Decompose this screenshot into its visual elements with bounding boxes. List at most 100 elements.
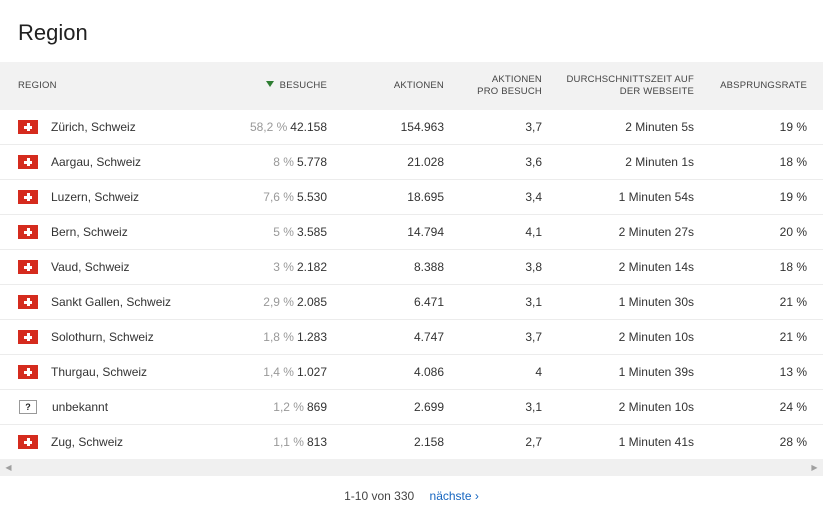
cell-bounce-rate: 19 % (694, 110, 823, 145)
column-header-region[interactable]: Region (0, 62, 230, 110)
column-header-bounce-rate-label: Absprungsrate (720, 80, 807, 91)
cell-visits: 2,9 % 2.085 (230, 284, 327, 320)
table-row[interactable]: Zürich, Schweiz 58,2 % 42.158 154.963 3,7… (0, 110, 823, 145)
cell-actions: 8.388 (327, 249, 444, 285)
cell-region[interactable]: Thurgau, Schweiz (0, 354, 230, 390)
cell-actions-per-visit: 4,1 (444, 214, 542, 250)
visits-value: 869 (306, 400, 327, 414)
cell-region[interactable]: Zürich, Schweiz (0, 110, 230, 145)
cell-bounce-rate: 21 % (694, 284, 823, 320)
region-label: Thurgau, Schweiz (51, 364, 148, 379)
column-header-actions-per-visit[interactable]: Aktionen pro Besuch (444, 62, 542, 110)
cell-avg-time: 2 Minuten 1s (542, 144, 694, 180)
visits-value: 5.778 (296, 155, 327, 169)
cell-actions-per-visit: 4 (444, 354, 542, 390)
cell-actions-per-visit: 2,7 (444, 424, 542, 460)
cell-region[interactable]: Solothurn, Schweiz (0, 319, 230, 355)
visits-value: 813 (306, 435, 327, 449)
cell-visits: 1,4 % 1.027 (230, 354, 327, 390)
table-row[interactable]: Thurgau, Schweiz 1,4 % 1.027 4.086 4 1 Mi… (0, 354, 823, 390)
table-row[interactable]: Bern, Schweiz 5 % 3.585 14.794 4,1 2 Minu… (0, 214, 823, 250)
cell-bounce-rate: 28 % (694, 424, 823, 460)
table-row[interactable]: Aargau, Schweiz 8 % 5.778 21.028 3,6 2 Mi… (0, 144, 823, 180)
visits-percentage: 2,9 % (263, 295, 294, 309)
table-row[interactable]: Solothurn, Schweiz 1,8 % 1.283 4.747 3,7 … (0, 319, 823, 355)
table-row[interactable]: Vaud, Schweiz 3 % 2.182 8.388 3,8 2 Minut… (0, 249, 823, 285)
region-label: Vaud, Schweiz (51, 259, 130, 274)
cell-visits: 1,2 % 869 (230, 389, 327, 425)
visits-value: 5.530 (296, 190, 327, 204)
table-row[interactable]: Zug, Schweiz 1,1 % 813 2.158 2,7 1 Minute… (0, 424, 823, 460)
column-header-visits-label: Besuche (279, 80, 327, 91)
cell-region[interactable]: Luzern, Schweiz (0, 179, 230, 215)
cell-avg-time: 1 Minuten 39s (542, 354, 694, 390)
column-header-region-label: Region (18, 80, 57, 91)
cell-visits: 8 % 5.778 (230, 144, 327, 180)
swiss-flag-icon (18, 155, 38, 170)
next-page-link[interactable]: nächste › (430, 489, 479, 503)
region-label: Sankt Gallen, Schweiz (51, 294, 172, 309)
cell-region[interactable]: Aargau, Schweiz (0, 144, 230, 180)
pagination-range: 1-10 von 330 (344, 489, 415, 503)
cell-actions-per-visit: 3,1 (444, 389, 542, 425)
column-header-avg-time-line2: der Webseite (619, 86, 694, 97)
cell-bounce-rate: 18 % (694, 144, 823, 180)
cell-region[interactable]: Vaud, Schweiz (0, 249, 230, 285)
region-label: Aargau, Schweiz (51, 154, 142, 169)
cell-bounce-rate: 20 % (694, 214, 823, 250)
column-header-visits[interactable]: Besuche (230, 62, 327, 110)
visits-value: 1.283 (296, 330, 327, 344)
column-header-apv-line1: Aktionen (491, 74, 542, 85)
cell-region[interactable]: Bern, Schweiz (0, 214, 230, 250)
cell-region[interactable]: Sankt Gallen, Schweiz (0, 284, 230, 320)
column-header-avg-time[interactable]: Durchschnittszeit auf der Webseite (542, 62, 694, 110)
visits-percentage: 7,6 % (263, 190, 294, 204)
cell-actions-per-visit: 3,7 (444, 319, 542, 355)
swiss-flag-icon (18, 330, 38, 345)
cell-avg-time: 1 Minuten 54s (542, 179, 694, 215)
swiss-flag-icon (18, 295, 38, 310)
column-header-actions[interactable]: Aktionen (327, 62, 444, 110)
cell-actions-per-visit: 3,4 (444, 179, 542, 215)
scroll-right-arrow-icon[interactable]: ▶ (806, 459, 823, 476)
cell-actions: 4.086 (327, 354, 444, 390)
swiss-flag-icon (18, 365, 38, 380)
cell-region[interactable]: Zug, Schweiz (0, 424, 230, 460)
visits-percentage: 5 % (273, 225, 294, 239)
table-row[interactable]: Luzern, Schweiz 7,6 % 5.530 18.695 3,4 1 … (0, 179, 823, 215)
cell-actions: 2.699 (327, 389, 444, 425)
scroll-left-arrow-icon[interactable]: ◀ (0, 459, 17, 476)
visits-value: 42.158 (290, 120, 327, 134)
cell-actions-per-visit: 3,6 (444, 144, 542, 180)
column-header-avg-time-line1: Durchschnittszeit auf (566, 74, 694, 85)
cell-bounce-rate: 24 % (694, 389, 823, 425)
cell-avg-time: 2 Minuten 27s (542, 214, 694, 250)
region-table: Region Besuche Aktionen Aktionen pro Besu… (0, 62, 823, 460)
cell-actions: 4.747 (327, 319, 444, 355)
cell-actions: 14.794 (327, 214, 444, 250)
visits-percentage: 3 % (273, 260, 294, 274)
cell-visits: 3 % 2.182 (230, 249, 327, 285)
table-body: Zürich, Schweiz 58,2 % 42.158 154.963 3,7… (0, 110, 823, 460)
widget-title: Region (18, 20, 88, 45)
swiss-flag-icon (18, 120, 38, 135)
cell-avg-time: 2 Minuten 10s (542, 319, 694, 355)
cell-avg-time: 1 Minuten 41s (542, 424, 694, 460)
horizontal-scrollbar[interactable]: ◀ ▶ (0, 459, 823, 476)
region-label: Zug, Schweiz (51, 434, 124, 449)
swiss-flag-icon (18, 260, 38, 275)
cell-region[interactable]: ? unbekannt (0, 389, 230, 425)
column-header-bounce-rate[interactable]: Absprungsrate (694, 62, 823, 110)
table-row[interactable]: Sankt Gallen, Schweiz 2,9 % 2.085 6.471 3… (0, 284, 823, 320)
pagination: 1-10 von 330 nächste › (0, 489, 823, 503)
column-header-actions-label: Aktionen (393, 80, 444, 91)
cell-bounce-rate: 18 % (694, 249, 823, 285)
swiss-flag-icon (18, 190, 38, 205)
cell-bounce-rate: 13 % (694, 354, 823, 390)
cell-visits: 1,1 % 813 (230, 424, 327, 460)
cell-actions: 6.471 (327, 284, 444, 320)
swiss-flag-icon (18, 225, 38, 240)
cell-avg-time: 1 Minuten 30s (542, 284, 694, 320)
region-label: Bern, Schweiz (51, 224, 128, 239)
table-row[interactable]: ? unbekannt 1,2 % 869 2.699 3,1 2 Minuten … (0, 389, 823, 425)
